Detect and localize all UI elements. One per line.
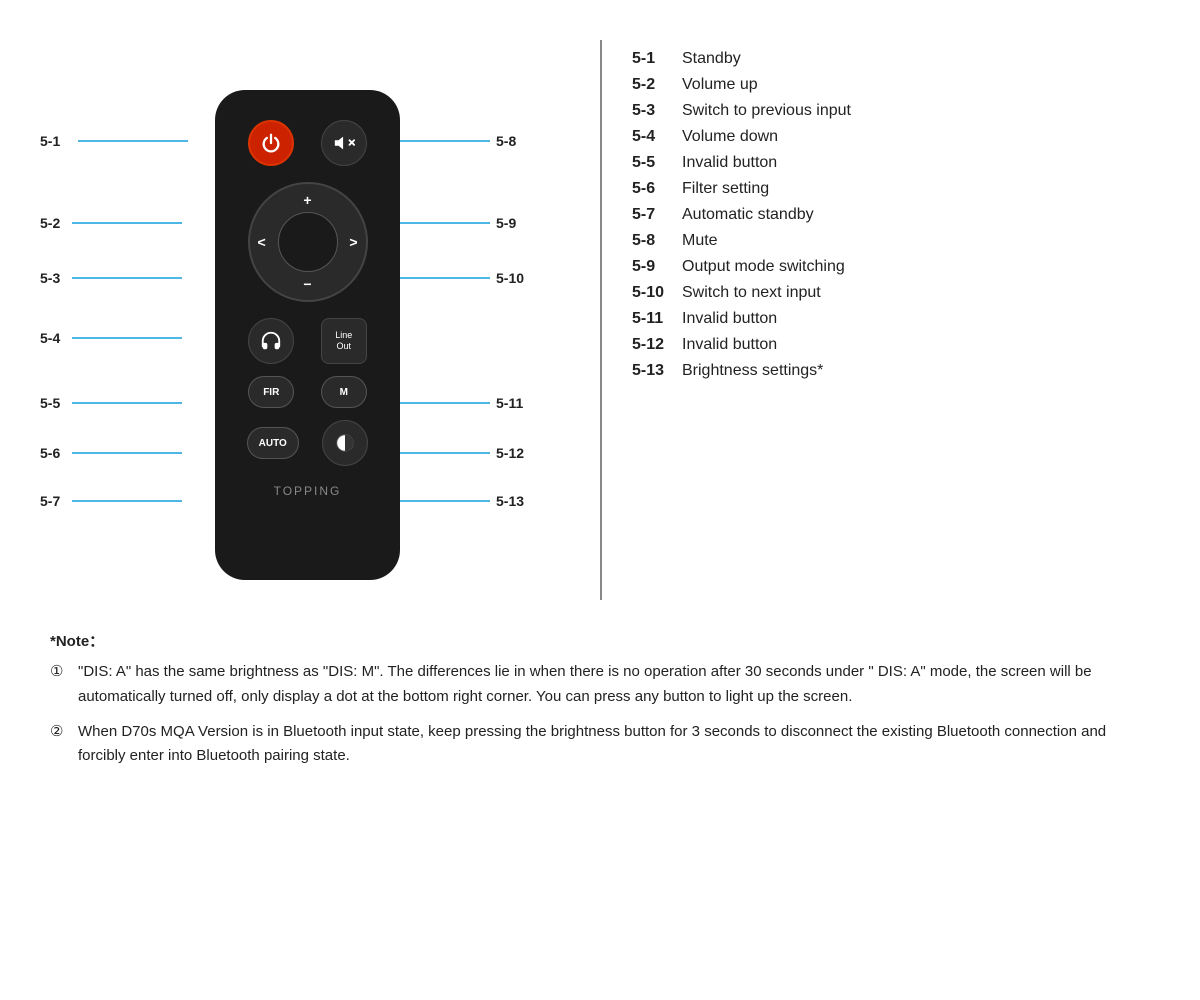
nav-left-label: < [258,234,266,250]
legend-num: 5-5 [632,154,682,172]
callout-5-11-right: 5-11 [400,395,523,411]
callout-line-5-1 [78,140,188,142]
vol-plus-label: + [303,192,311,208]
legend-item-5-7: 5-7Automatic standby [632,206,1160,224]
callout-5-1-left: 5-1 [40,133,188,149]
legend-desc: Automatic standby [682,206,814,224]
top-section: + − < > [40,30,1160,610]
legend-num: 5-8 [632,232,682,250]
m-button[interactable]: M [321,376,367,408]
legend-desc: Invalid button [682,154,777,172]
notes-section: *Note： ①"DIS: A" has the same brightness… [40,630,1160,779]
callout-5-12-right: 5-12 [400,445,524,461]
legend-item-5-3: 5-3Switch to previous input [632,102,1160,120]
legend-num: 5-2 [632,76,682,94]
legend-desc: Standby [682,50,741,68]
legend-desc: Invalid button [682,336,777,354]
note-text: "DIS: A" has the same brightness as "DIS… [78,660,1150,710]
brand-label: TOPPING [274,484,342,498]
legend-num: 5-7 [632,206,682,224]
legend-num: 5-9 [632,258,682,276]
lineout-button[interactable]: LineOut [321,318,367,364]
callout-5-9-right: 5-9 [400,215,516,231]
legend-item-5-8: 5-8Mute [632,232,1160,250]
remote-row-1 [235,120,380,166]
remote-row-3: LineOut [235,318,380,364]
legend-item-5-1: 5-1Standby [632,50,1160,68]
legend-num: 5-10 [632,284,682,302]
nav-right-label: > [349,234,357,250]
mute-button[interactable] [321,120,367,166]
legend-desc: Volume up [682,76,758,94]
legend-item-5-5: 5-5Invalid button [632,154,1160,172]
legend-item-5-10: 5-10Switch to next input [632,284,1160,302]
note-number: ① [50,660,78,684]
callout-5-2-left: 5-2 [40,215,182,231]
legend-desc: Volume down [682,128,778,146]
legend-num: 5-1 [632,50,682,68]
remote-row-5: AUTO [235,420,380,466]
legend-desc: Brightness settings* [682,362,823,380]
fir-button[interactable]: FIR [248,376,294,408]
volume-dial[interactable]: + − < > [248,182,368,302]
legend-num: 5-13 [632,362,682,380]
legend-item-5-2: 5-2Volume up [632,76,1160,94]
legend-num: 5-11 [632,310,682,328]
auto-button[interactable]: AUTO [247,427,299,459]
legend-item-5-13: 5-13Brightness settings* [632,362,1160,380]
remote-row-4: FIR M [235,376,380,408]
main-container: + − < > [0,0,1200,809]
callout-5-3-left: 5-3 [40,270,182,286]
dial-inner [278,212,338,272]
legend-list: 5-1Standby5-2Volume up5-3Switch to previ… [632,50,1160,380]
note-item: ②When D70s MQA Version is in Bluetooth i… [50,720,1150,770]
legend-item-5-6: 5-6Filter setting [632,180,1160,198]
legend-desc: Switch to previous input [682,102,851,120]
legend-num: 5-6 [632,180,682,198]
notes-title: *Note： [50,630,1150,654]
legend-desc: Invalid button [682,310,777,328]
note-number: ② [50,720,78,744]
vol-minus-label: − [303,276,311,292]
brightness-button[interactable] [322,420,368,466]
note-text: When D70s MQA Version is in Bluetooth in… [78,720,1150,770]
legend-num: 5-3 [632,102,682,120]
remote-body: + − < > [215,90,400,580]
remote-section: + − < > [40,30,600,610]
callout-5-10-right: 5-10 [400,270,524,286]
callout-label-5-1: 5-1 [40,133,72,149]
callout-5-4-left: 5-4 [40,330,182,346]
callout-5-6-left: 5-6 [40,445,182,461]
legend-item-5-4: 5-4Volume down [632,128,1160,146]
legend-desc: Output mode switching [682,258,845,276]
callout-5-8-right: 5-8 [400,133,516,149]
legend-item-5-9: 5-9Output mode switching [632,258,1160,276]
note-item: ①"DIS: A" has the same brightness as "DI… [50,660,1150,710]
notes-list: ①"DIS: A" has the same brightness as "DI… [50,660,1150,769]
legend-desc: Filter setting [682,180,769,198]
legend-section: 5-1Standby5-2Volume up5-3Switch to previ… [602,30,1160,388]
legend-num: 5-4 [632,128,682,146]
callout-5-13-right: 5-13 [400,493,524,509]
dial-outer: + − < > [248,182,368,302]
power-button[interactable] [248,120,294,166]
callout-5-7-left: 5-7 [40,493,182,509]
legend-item-5-12: 5-12Invalid button [632,336,1160,354]
legend-num: 5-12 [632,336,682,354]
legend-desc: Switch to next input [682,284,821,302]
headphone-button[interactable] [248,318,294,364]
legend-item-5-11: 5-11Invalid button [632,310,1160,328]
callout-5-5-left: 5-5 [40,395,182,411]
legend-desc: Mute [682,232,718,250]
